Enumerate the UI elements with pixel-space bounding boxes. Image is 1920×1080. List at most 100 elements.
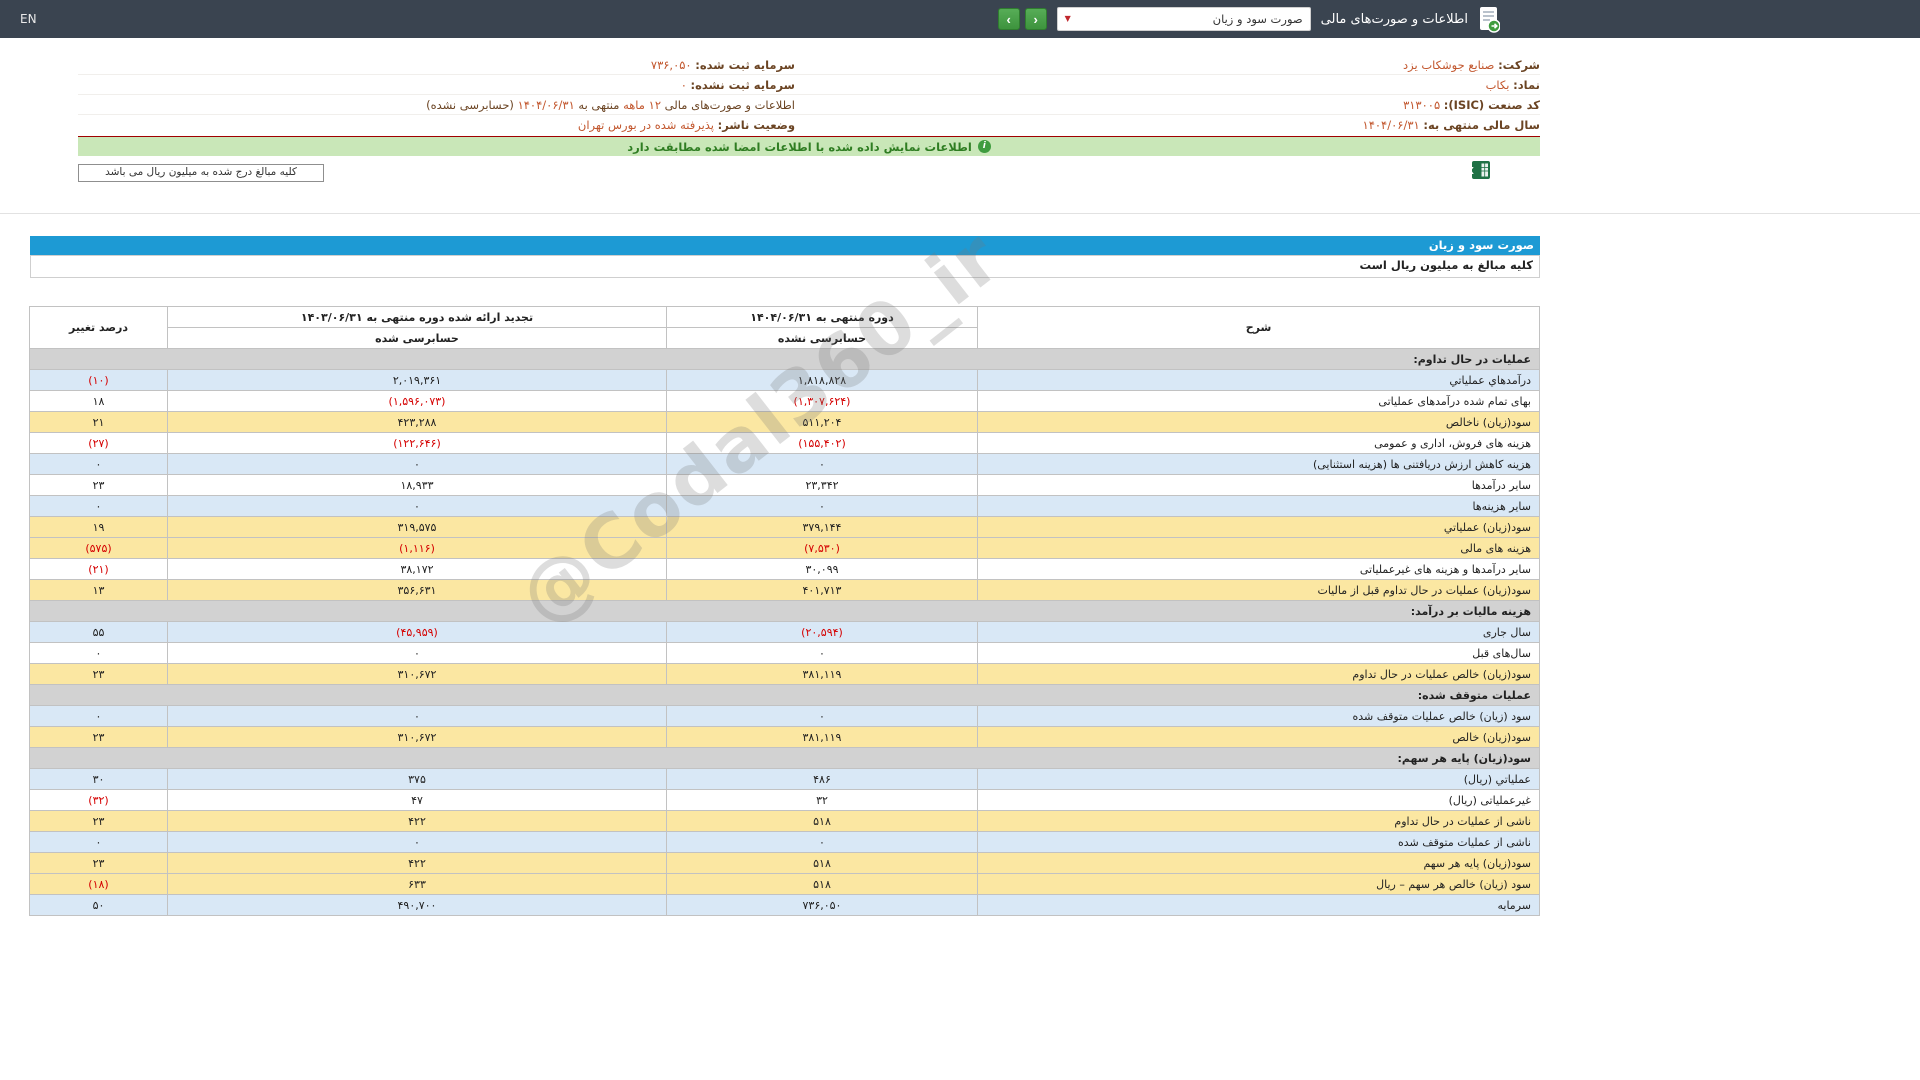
value-current: ۳۲ <box>667 790 978 811</box>
value-current: ۰ <box>667 832 978 853</box>
section-divider <box>0 213 1920 214</box>
value-current: ۳۷۹,۱۴۴ <box>667 517 978 538</box>
prev-statement-button[interactable]: ‹ <box>998 8 1020 30</box>
info-row-1: شرکت: صنایع جوشکاب یزد سرمایه ثبت شده: ۷… <box>78 55 1540 75</box>
info-row-2: نماد: بکاب سرمایه ثبت نشده: ۰ <box>78 75 1540 95</box>
value-current: ۰ <box>667 496 978 517</box>
row-label: سود (زیان) خالص هر سهم – ریال <box>978 874 1540 895</box>
row-label: ناشی از عملیات در حال تداوم <box>978 811 1540 832</box>
symbol-label: نماد: <box>1513 78 1540 92</box>
navbar-title: اطلاعات و صورت‌های مالی <box>1321 12 1468 27</box>
row-label: سود(زيان) ناخالص <box>978 412 1540 433</box>
value-previous: ۴۲۲ <box>168 853 667 874</box>
isic-value: ۳۱۳۰۰۵ <box>1403 98 1440 112</box>
info-row-3: کد صنعت (ISIC): ۳۱۳۰۰۵ اطلاعات و صورت‌ها… <box>78 95 1540 115</box>
table-row: غیرعملیاتی (ریال)۳۲۴۷(۳۲) <box>30 790 1540 811</box>
value-previous: ۰ <box>168 454 667 475</box>
statement-unit-note: کلیه مبالغ به میلیون ریال است <box>30 255 1540 278</box>
section-row: هزينه ماليات بر درآمد: <box>30 601 1540 622</box>
col-header-description: شرح <box>978 307 1540 349</box>
section-row: عملیات در حال تداوم: <box>30 349 1540 370</box>
company-label: شرکت: <box>1498 58 1540 72</box>
row-label: بهای تمام شده درآمدهای عملیاتی <box>978 391 1540 412</box>
value-previous: ۳۱۹,۵۷۵ <box>168 517 667 538</box>
value-change-pct: ۰ <box>30 706 168 727</box>
table-row: سال جاری(۲۰,۵۹۴)(۴۵,۹۵۹)۵۵ <box>30 622 1540 643</box>
value-change-pct: ۲۳ <box>30 853 168 874</box>
value-previous: ۰ <box>168 706 667 727</box>
section-label: هزينه ماليات بر درآمد: <box>30 601 1540 622</box>
language-toggle[interactable]: EN <box>20 12 37 26</box>
financial-report-icon <box>1478 6 1500 33</box>
value-previous: ۲,۰۱۹,۳۶۱ <box>168 370 667 391</box>
value-current: ۴۰۱,۷۱۳ <box>667 580 978 601</box>
value-previous: ۰ <box>168 643 667 664</box>
value-change-pct: (۵۷۵) <box>30 538 168 559</box>
row-label: سال جاری <box>978 622 1540 643</box>
row-label: ناشی از عملیات متوقف شده <box>978 832 1540 853</box>
note-row: X کلیه مبالغ درج شده به میلیون ریال می ب… <box>78 161 1540 181</box>
svg-text:X: X <box>1472 166 1474 177</box>
value-previous: ۶۳۳ <box>168 874 667 895</box>
symbol-link[interactable]: بکاب <box>1486 78 1510 92</box>
section-label: سود(زیان) پایه هر سهم: <box>30 748 1540 769</box>
value-change-pct: ۰ <box>30 832 168 853</box>
section-row: عملیات متوقف شده: <box>30 685 1540 706</box>
top-navbar: EN اطلاعات و صورت‌های مالی صورت سود و زی… <box>0 0 1920 38</box>
next-statement-button[interactable]: › <box>1025 8 1047 30</box>
value-change-pct: ۰ <box>30 643 168 664</box>
report-line-middle: منتهی به <box>575 98 623 112</box>
value-change-pct: ۰ <box>30 454 168 475</box>
value-previous: (۱۲۲,۶۴۶) <box>168 433 667 454</box>
value-current: ۳۸۱,۱۱۹ <box>667 664 978 685</box>
registered-capital-label: سرمایه ثبت شده: <box>695 58 795 72</box>
row-label: سود(زيان) عمليات در حال تداوم قبل از مال… <box>978 580 1540 601</box>
row-label: سود(زيان) خالص <box>978 727 1540 748</box>
value-change-pct: ۰ <box>30 496 168 517</box>
value-current: (۷,۵۳۰) <box>667 538 978 559</box>
value-change-pct: (۱۰) <box>30 370 168 391</box>
issuer-status-label: وضعیت ناشر: <box>718 118 795 132</box>
table-row: سود(زيان) خالص عمليات در حال تداوم۳۸۱,۱۱… <box>30 664 1540 685</box>
unregistered-capital-label: سرمایه ثبت نشده: <box>691 78 795 92</box>
value-current: ۰ <box>667 454 978 475</box>
report-line-period: ۱۲ ماهه <box>623 98 661 112</box>
table-row: درآمدهاي عملياتي۱,۸۱۸,۸۲۸۲,۰۱۹,۳۶۱(۱۰) <box>30 370 1540 391</box>
table-row: سایر درآمدها۲۳,۳۴۲۱۸,۹۳۳۲۳ <box>30 475 1540 496</box>
report-line-prefix: اطلاعات و صورت‌های مالی <box>661 98 795 112</box>
row-label: سود(زيان) خالص عمليات در حال تداوم <box>978 664 1540 685</box>
value-current: ۱,۸۱۸,۸۲۸ <box>667 370 978 391</box>
col-subheader-current-audit: حسابرسی نشده <box>667 328 978 349</box>
value-current: ۰ <box>667 706 978 727</box>
section-label: عملیات متوقف شده: <box>30 685 1540 706</box>
company-name-link[interactable]: صنایع جوشکاب یزد <box>1403 58 1494 72</box>
navbar-content: اطلاعات و صورت‌های مالی صورت سود و زیان … <box>998 0 1500 38</box>
col-header-change-pct: درصد تغییر <box>30 307 168 349</box>
value-previous: ۴۲۳,۲۸۸ <box>168 412 667 433</box>
value-current: ۲۳,۳۴۲ <box>667 475 978 496</box>
table-row: سود(زیان) پایه هر سهم۵۱۸۴۲۲۲۳ <box>30 853 1540 874</box>
excel-export-icon[interactable]: X <box>1472 161 1490 179</box>
row-label: سود (زیان) خالص عملیات متوقف شده <box>978 706 1540 727</box>
table-row: بهای تمام شده درآمدهای عملیاتی(۱,۳۰۷,۶۲۴… <box>30 391 1540 412</box>
isic-field: کد صنعت (ISIC): ۳۱۳۰۰۵ <box>1403 98 1540 112</box>
table-row: ناشی از عملیات در حال تداوم۵۱۸۴۲۲۲۳ <box>30 811 1540 832</box>
statement-type-select[interactable]: صورت سود و زیان ▼ <box>1057 7 1311 31</box>
company-field: شرکت: صنایع جوشکاب یزد <box>1403 58 1540 72</box>
table-row: سرمایه۷۳۶,۰۵۰۴۹۰,۷۰۰۵۰ <box>30 895 1540 916</box>
value-change-pct: ۵۰ <box>30 895 168 916</box>
value-previous: ۰ <box>168 832 667 853</box>
statement-title-bar: صورت سود و زیان <box>30 236 1540 255</box>
fiscal-year-value: ۱۴۰۴/۰۶/۳۱ <box>1363 118 1420 132</box>
row-label: سود(زیان) پایه هر سهم <box>978 853 1540 874</box>
table-row: سایر هزینه‌ها۰۰۰ <box>30 496 1540 517</box>
value-current: ۰ <box>667 643 978 664</box>
value-current: ۴۸۶ <box>667 769 978 790</box>
table-row: عملياتي (ريال)۴۸۶۳۷۵۳۰ <box>30 769 1540 790</box>
company-info-panel: شرکت: صنایع جوشکاب یزد سرمایه ثبت شده: ۷… <box>78 55 1540 138</box>
value-change-pct: (۱۸) <box>30 874 168 895</box>
value-change-pct: (۲۱) <box>30 559 168 580</box>
value-previous: ۴۹۰,۷۰۰ <box>168 895 667 916</box>
value-previous: ۳۵۶,۶۳۱ <box>168 580 667 601</box>
chevron-down-icon: ▼ <box>1065 15 1071 23</box>
